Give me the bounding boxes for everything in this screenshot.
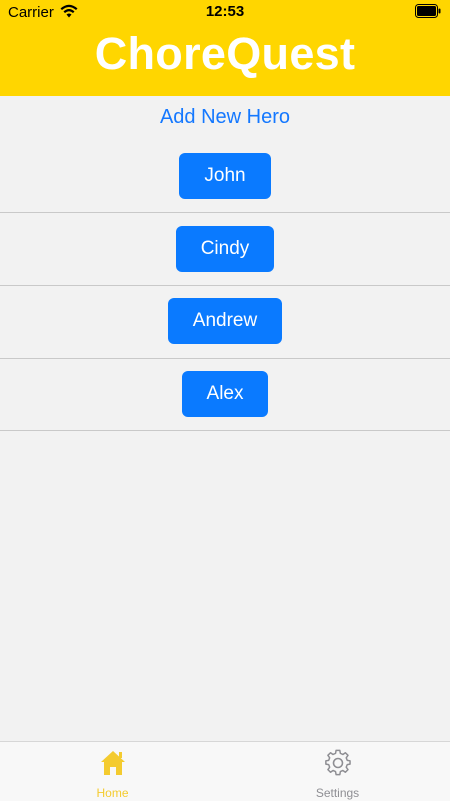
app-header: Carrier 12:53 ChoreQuest <box>0 0 450 96</box>
add-new-hero-button[interactable]: Add New Hero <box>0 106 450 129</box>
house-icon <box>101 751 125 775</box>
hero-button-andrew[interactable]: Andrew <box>168 298 282 344</box>
app-title: ChoreQuest <box>94 28 356 79</box>
tab-settings-label: Settings <box>315 786 360 800</box>
tab-bar: Home Settings <box>0 741 450 801</box>
status-time: 12:53 <box>205 3 245 20</box>
tab-home[interactable]: Home <box>0 742 225 801</box>
hero-row: Andrew <box>0 286 450 359</box>
hero-button-cindy[interactable]: Cindy <box>176 226 274 272</box>
hero-button-alex[interactable]: Alex <box>182 371 268 417</box>
hero-row: Alex <box>0 359 450 431</box>
hero-row: John <box>0 142 450 213</box>
tab-settings[interactable]: Settings <box>225 742 450 801</box>
battery-icon <box>415 4 441 18</box>
hero-button-john[interactable]: John <box>179 153 271 199</box>
status-bar: Carrier 12:53 <box>0 0 450 24</box>
hero-row: Cindy <box>0 213 450 286</box>
tab-home-label: Home <box>96 786 129 800</box>
gear-icon <box>325 749 351 776</box>
